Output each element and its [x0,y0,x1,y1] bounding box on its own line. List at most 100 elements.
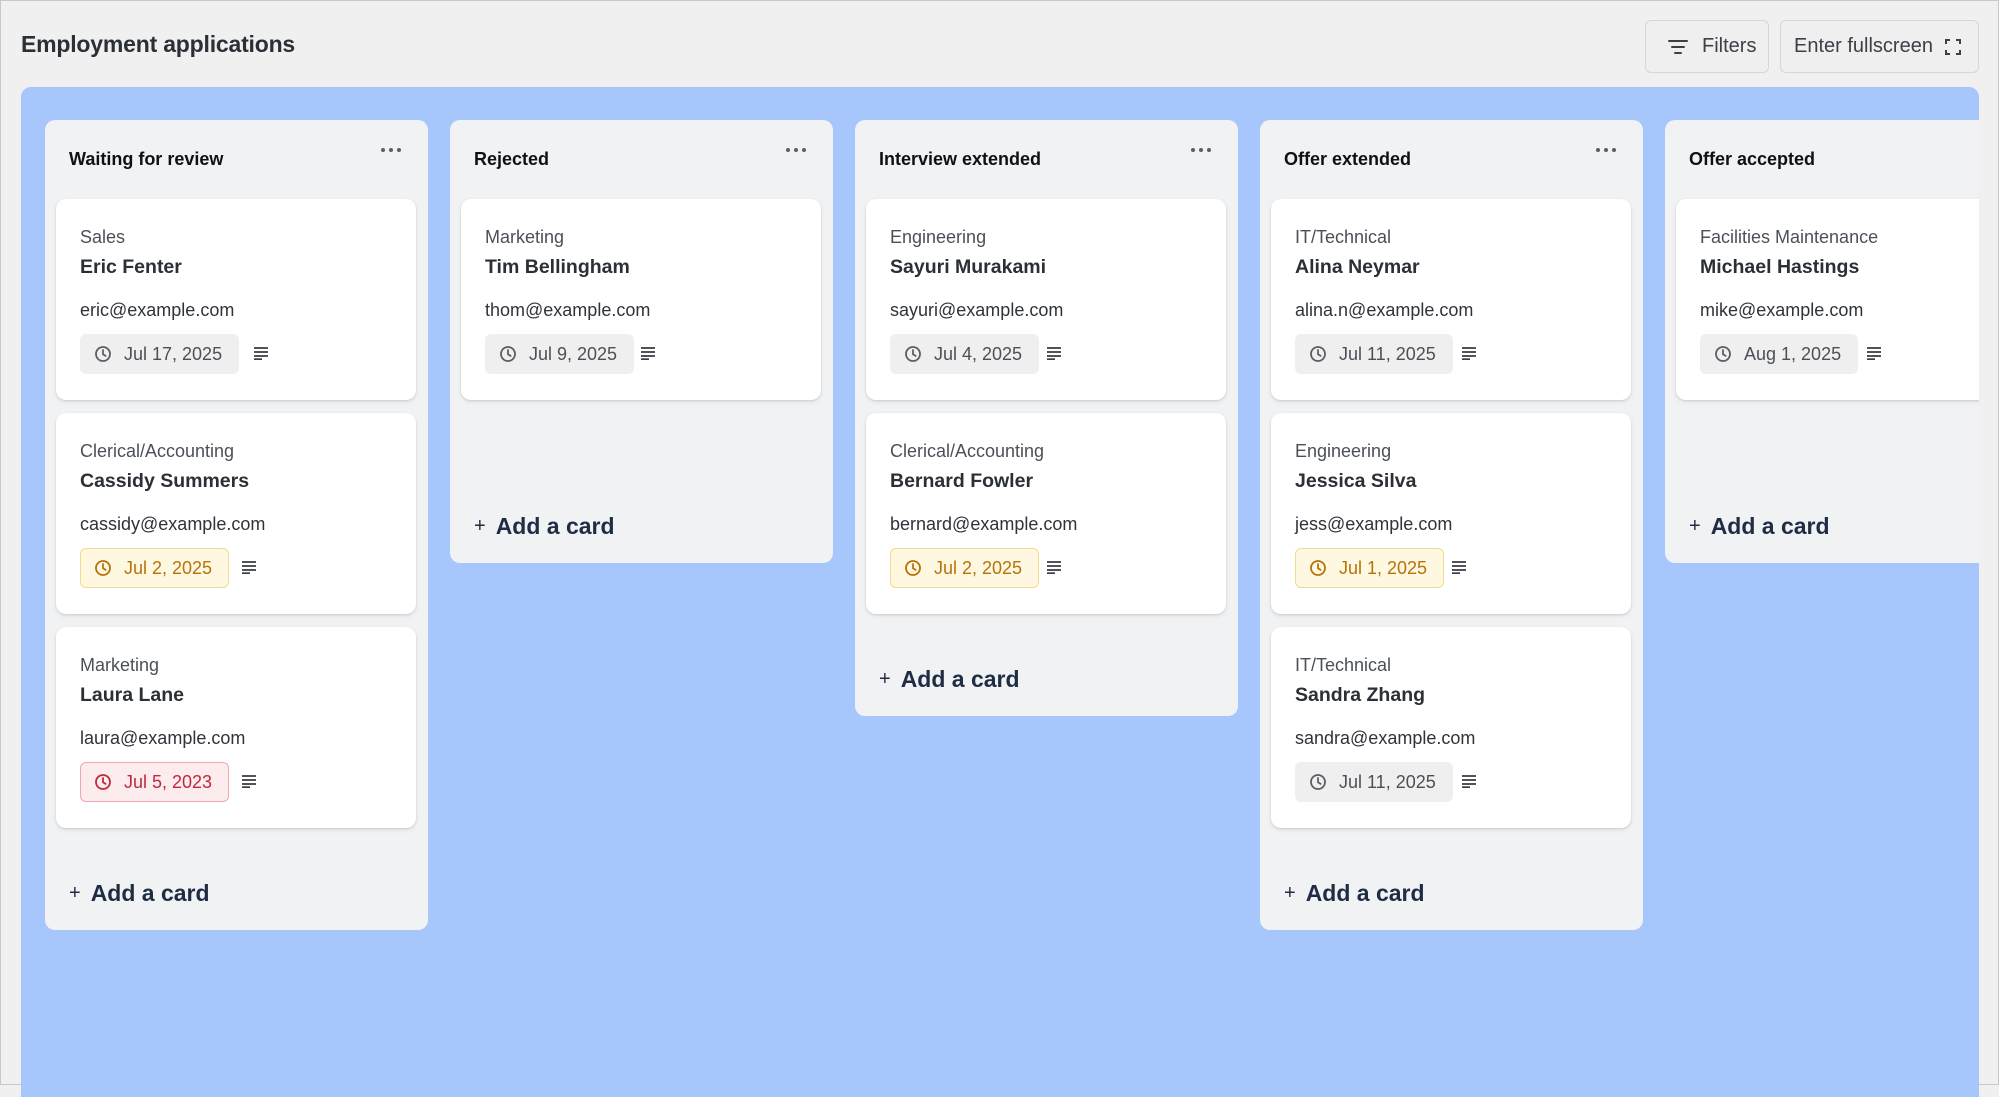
card-email: thom@example.com [485,300,651,320]
column-title: Offer extended [1284,149,1412,169]
application-card[interactable]: Engineering Jessica Silva jess@example.com… [1271,413,1631,614]
column-title: Interview extended [879,149,1042,169]
column-title: Rejected [474,149,550,169]
card-applicant-name: Michael Hastings [1700,256,1860,278]
clock-icon [1714,345,1732,363]
add-card-button[interactable]: + Add a card [1689,513,1830,540]
application-card[interactable]: Engineering Sayuri Murakami sayuri@example… [866,199,1226,400]
card-department: Marketing [485,227,565,247]
plus-icon: + [1284,882,1296,904]
clock-icon [1309,559,1327,577]
description-icon [1461,346,1477,360]
card-department: Engineering [890,227,987,247]
description-icon [1451,560,1467,574]
enter-fullscreen-button[interactable]: Enter fullscreen [1780,20,1979,73]
due-date-label: Jul 11, 2025 [1339,771,1436,792]
due-date-label: Jul 2, 2025 [934,557,1023,578]
due-date-label: Jul 17, 2025 [124,343,223,364]
column-1: Rejected Marketing Tim Bellingham thom@exam… [450,120,833,563]
application-card[interactable]: IT/Technical Alina Neymar alina.n@example.… [1271,199,1631,400]
add-card-label: Add a card [1710,513,1830,539]
add-card-label: Add a card [900,666,1020,692]
filters-label: Filters [1702,35,1757,57]
card-email: jess@example.com [1295,514,1453,534]
card-department: Engineering [1295,441,1392,461]
card-department: IT/Technical [1295,655,1392,675]
card-department: IT/Technical [1295,227,1392,247]
add-card-label: Add a card [1305,880,1425,906]
card-department: Sales [80,227,126,247]
clock-icon [1309,345,1327,363]
more-horizontal-icon[interactable] [378,140,404,160]
application-card[interactable]: Clerical/Accounting Cassidy Summers cassid… [56,413,416,614]
due-date-badge[interactable]: Jul 17, 2025 [80,334,240,374]
column-2: Interview extended Engineering Sayuri Mura… [855,120,1238,716]
card-applicant-name: Sayuri Murakami [890,256,1047,278]
due-date-label: Jul 11, 2025 [1339,343,1436,364]
application-card[interactable]: Marketing Laura Lane laura@example.com Jul … [56,627,416,828]
card-applicant-name: Alina Neymar [1295,256,1420,278]
due-date-badge[interactable]: Aug 1, 2025 [1700,334,1859,374]
column-3: Offer extended IT/Technical Alina Neymar al… [1260,120,1643,930]
application-card[interactable]: Facilities Maintenance Michael Hastings mi… [1676,199,1979,400]
column-4: Offer accepted Facilities Maintenance Mich… [1665,120,1979,563]
due-date-badge[interactable]: Jul 2, 2025 [890,548,1040,588]
due-date-badge[interactable]: Jul 1, 2025 [1295,548,1445,588]
plus-icon: + [474,515,486,537]
add-card-button[interactable]: + Add a card [474,513,615,540]
add-card-button[interactable]: + Add a card [69,880,210,907]
card-applicant-name: Eric Fenter [80,256,182,278]
more-horizontal-icon[interactable] [1188,140,1214,160]
card-applicant-name: Sandra Zhang [1295,684,1426,706]
description-icon [1046,346,1062,360]
clock-icon [904,345,922,363]
kanban-board: Waiting for review Sales Eric Fenter eric@e… [21,87,1979,1097]
add-card-button[interactable]: + Add a card [1284,880,1425,907]
description-icon [241,560,257,574]
application-card[interactable]: Sales Eric Fenter eric@example.com Jul 17, … [56,199,416,400]
column-title: Offer accepted [1689,149,1816,169]
card-email: eric@example.com [80,300,235,320]
due-date-badge[interactable]: Jul 5, 2023 [80,762,230,802]
card-department: Facilities Maintenance [1700,227,1879,247]
due-date-label: Aug 1, 2025 [1744,343,1842,364]
description-icon [1461,774,1477,788]
more-horizontal-icon[interactable] [783,140,809,160]
expand-corners-icon [1944,38,1961,55]
due-date-label: Jul 4, 2025 [934,343,1023,364]
card-email: cassidy@example.com [80,514,266,534]
card-email: laura@example.com [80,728,246,748]
due-date-badge[interactable]: Jul 11, 2025 [1295,334,1453,374]
application-card[interactable]: IT/Technical Sandra Zhang sandra@example.c… [1271,627,1631,828]
description-icon [241,774,257,788]
card-applicant-name: Jessica Silva [1295,470,1417,492]
add-card-label: Add a card [90,880,210,906]
due-date-label: Jul 5, 2023 [124,771,213,792]
clock-icon [94,773,112,791]
card-department: Clerical/Accounting [890,441,1045,461]
clock-icon [1309,773,1327,791]
application-card[interactable]: Clerical/Accounting Bernard Fowler bernard… [866,413,1226,614]
due-date-label: Jul 2, 2025 [124,557,213,578]
more-horizontal-icon[interactable] [1593,140,1619,160]
filters-button[interactable]: Filters [1645,20,1769,73]
card-email: sayuri@example.com [890,300,1064,320]
column-0: Waiting for review Sales Eric Fenter eric@e… [45,120,428,930]
card-email: bernard@example.com [890,514,1078,534]
due-date-badge[interactable]: Jul 4, 2025 [890,334,1040,374]
clock-icon [499,345,517,363]
column-title: Waiting for review [69,149,224,169]
description-icon [640,346,656,360]
plus-icon: + [1689,515,1701,537]
card-applicant-name: Bernard Fowler [890,470,1034,492]
card-department: Clerical/Accounting [80,441,235,461]
card-applicant-name: Tim Bellingham [485,256,630,278]
due-date-badge[interactable]: Jul 11, 2025 [1295,762,1453,802]
card-department: Marketing [80,655,160,675]
due-date-badge[interactable]: Jul 9, 2025 [485,334,635,374]
due-date-badge[interactable]: Jul 2, 2025 [80,548,230,588]
fullscreen-label: Enter fullscreen [1794,35,1933,57]
add-card-button[interactable]: + Add a card [879,666,1020,693]
clock-icon [904,559,922,577]
application-card[interactable]: Marketing Tim Bellingham thom@example.com J… [461,199,821,400]
